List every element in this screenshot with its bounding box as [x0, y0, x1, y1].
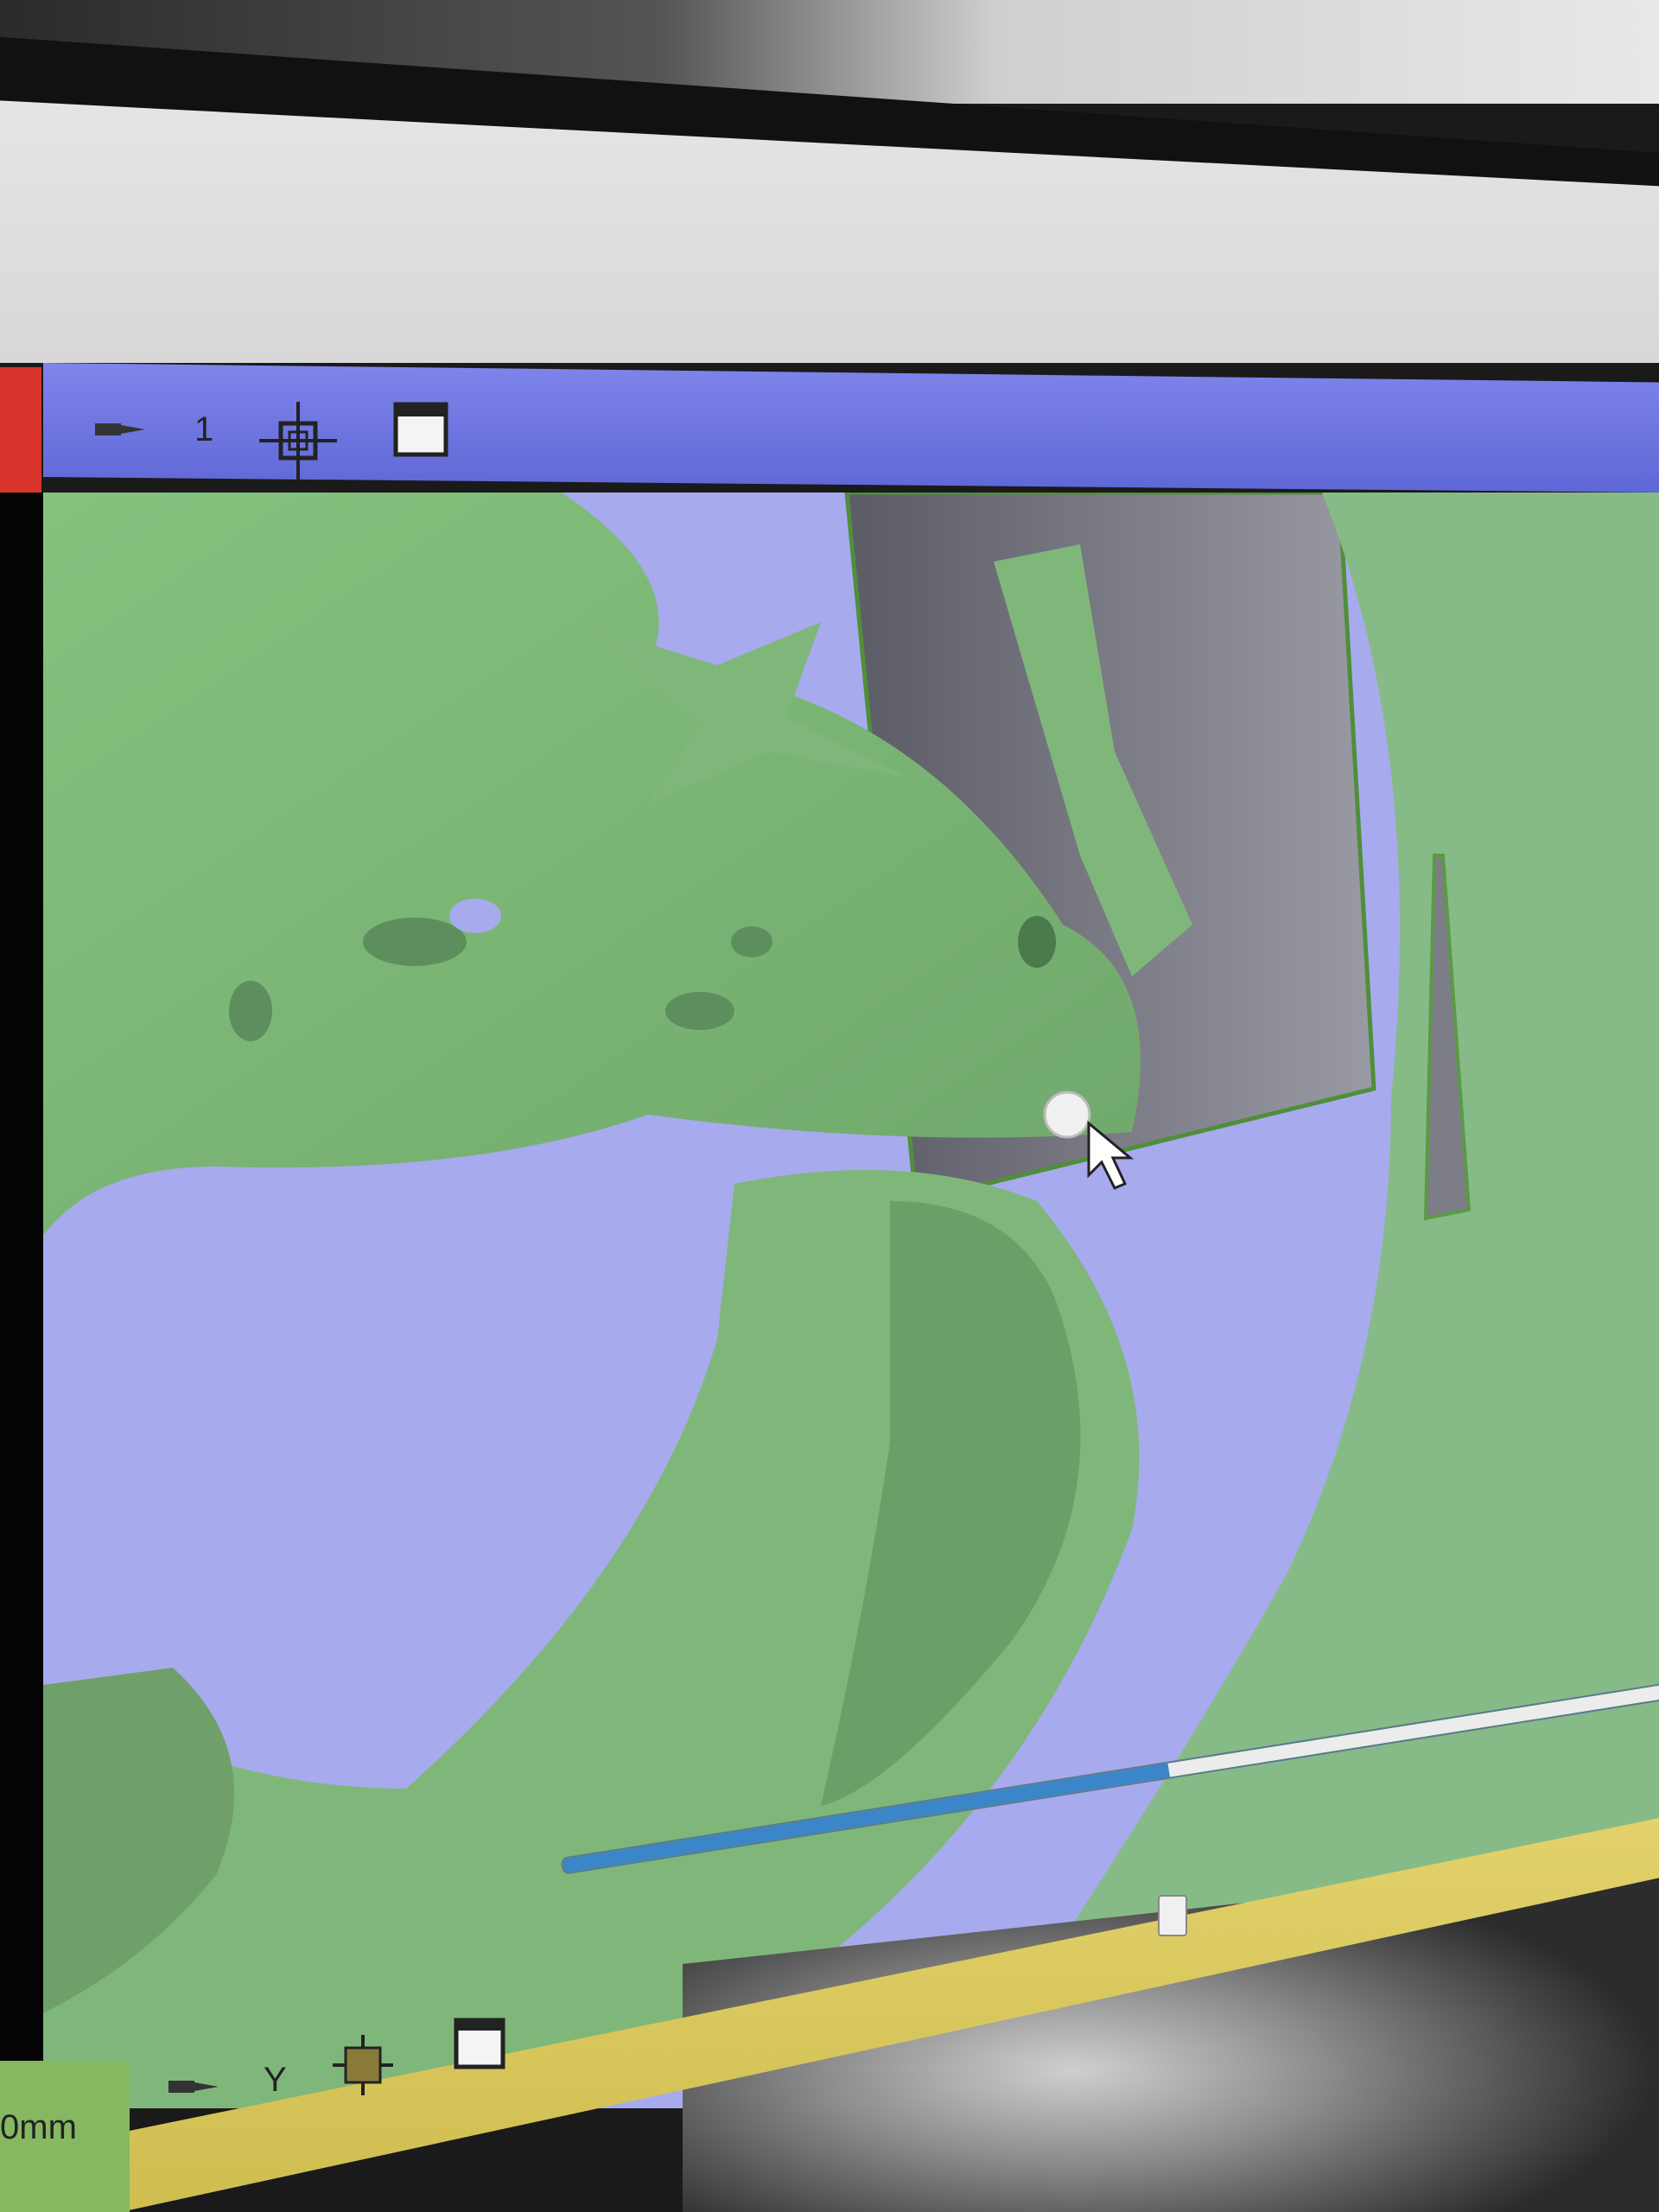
window-maximize-icon[interactable]: [393, 402, 448, 461]
slice-handle[interactable]: [1043, 1090, 1091, 1139]
3d-render-viewport[interactable]: [43, 493, 1659, 2108]
monitor-screen: 1 Y 0mm: [0, 0, 1659, 2212]
layer-number: 1: [194, 410, 214, 448]
axis-label: Y: [264, 2061, 287, 2099]
viewer-title-bar: 1: [43, 363, 1659, 493]
pin-icon[interactable]: [168, 2074, 220, 2104]
skull-surface-render: [43, 493, 1659, 2108]
window-maximize-icon[interactable]: [454, 2018, 505, 2074]
adjacent-panel-red-header: [0, 367, 41, 493]
crosshair-center-icon[interactable]: [259, 402, 337, 484]
3d-viewer-panel: 1: [43, 363, 1659, 2108]
unit-label: 0mm: [0, 2108, 77, 2146]
slice-slider-thumb[interactable]: [1158, 1895, 1187, 1936]
pin-icon[interactable]: [95, 416, 147, 447]
crosshair-slice-icon[interactable]: [333, 2035, 393, 2100]
